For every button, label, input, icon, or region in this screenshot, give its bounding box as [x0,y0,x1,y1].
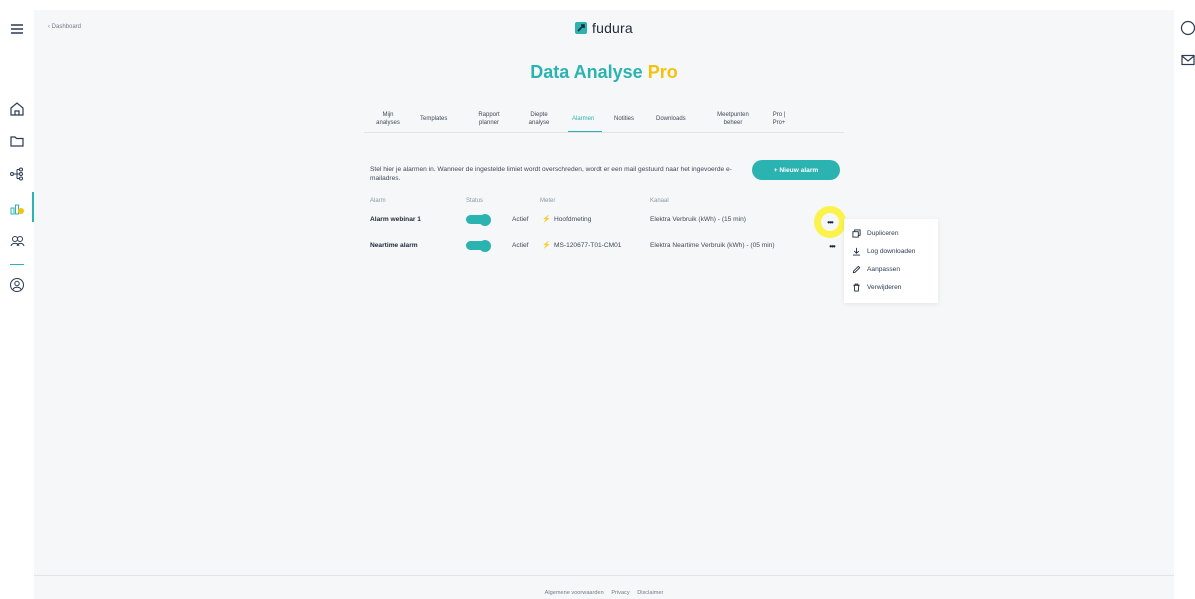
toggle-knob [479,213,491,226]
table-row: Neartime alarm Actief ⚡ MS-120677-T01-CM… [34,238,836,254]
pencil-icon [852,265,861,273]
main-content: ‹ Dashboard fudura Data Analyse Pro Mijn… [34,10,1174,599]
footer-divider [34,575,1174,576]
bolt-icon: ⚡ [542,242,551,249]
folder-icon[interactable] [8,132,26,150]
home-icon[interactable] [8,100,26,118]
kanaal-name: Elektra Neartime Verbruik (kWh) - (05 mi… [650,242,775,249]
brand: fudura [574,20,633,36]
kanaal-name: Elektra Verbruik (kWh) - (15 min) [650,216,746,223]
status-text: Actief [512,216,529,223]
tab-downloads[interactable]: Downloads [648,106,704,132]
users-icon[interactable] [8,232,26,250]
title-pro: Pro [647,62,678,82]
analytics-icon[interactable] [8,199,26,217]
alarm-name[interactable]: Alarm webinar 1 [370,212,421,228]
footer-disclaimer-link[interactable]: Disclaimer [637,590,663,596]
tab-meetpunten-beheer[interactable]: Meetpunten beheer [704,106,762,132]
table-row: Alarm webinar 1 Actief ⚡ Hoofdmeting Ele… [34,212,834,228]
tab-bar: Mijn analyses Templates Rapport planner … [364,106,796,132]
page-title: Data Analyse Pro [34,62,1174,83]
toggle-knob [479,239,491,252]
status-toggle[interactable] [466,239,491,252]
meter-name: MS-120677-T01-CM01 [554,242,622,249]
brand-name: fudura [592,20,633,36]
menu-item-label: Verwijderen [867,283,902,291]
more-options-button[interactable]: ••• [821,213,839,231]
click-highlight: ••• [814,206,846,238]
context-menu: Dupliceren Log downloaden Aanpassen Verw… [844,219,938,303]
tab-alarmen[interactable]: Alarmen [564,106,606,132]
menu-item-label: Log downloaden [867,247,916,255]
footer: Algemene voorwaarden Privacy Disclaimer [34,590,1174,596]
header-alarm: Alarm [370,198,386,204]
meter-name: Hoofdmeting [554,216,592,223]
menu-item-label: Aanpassen [867,265,900,273]
rail-divider [10,264,24,265]
duplicate-icon [852,228,861,238]
footer-terms-link[interactable]: Algemene voorwaarden [545,590,604,596]
header-status: Status [466,198,484,204]
trash-icon [853,283,860,292]
help-icon[interactable] [1180,20,1195,36]
footer-privacy-link[interactable]: Privacy [611,590,629,596]
alarm-name[interactable]: Neartime alarm [370,238,418,254]
new-alarm-button[interactable]: + Nieuw alarm [752,160,840,180]
intro-text: Stel hier je alarmen in. Wanneer de inge… [370,166,732,182]
breadcrumb[interactable]: ‹ Dashboard [48,24,81,30]
header-kanaal: Kanaal [650,198,669,204]
side-navigation [0,0,34,599]
bolt-icon: ⚡ [542,216,551,223]
menu-item-dupliceren[interactable]: Dupliceren [852,226,899,240]
menu-item-label: Dupliceren [867,229,899,237]
tab-pro[interactable]: Pro | Pro+ [762,106,796,132]
tab-templates[interactable]: Templates [412,106,464,132]
title-main: Data Analyse [530,62,643,82]
account-icon[interactable] [8,276,26,294]
network-icon[interactable] [8,165,26,183]
menu-item-aanpassen[interactable]: Aanpassen [852,262,900,276]
download-icon [852,247,861,256]
tab-mijn-analyses[interactable]: Mijn analyses [364,106,412,132]
tab-notities[interactable]: Notities [606,106,648,132]
right-toolbar [1175,0,1195,80]
status-text: Actief [512,242,529,249]
tab-rapport-planner[interactable]: Rapport planner [464,106,514,132]
tabs-divider [364,132,844,133]
fudura-logo-icon [575,22,587,34]
hamburger-menu-icon[interactable] [8,20,26,38]
menu-item-verwijderen[interactable]: Verwijderen [852,280,901,294]
status-toggle[interactable] [466,213,491,226]
tab-diepte-analyse[interactable]: Diepte analyse [514,106,564,132]
menu-item-log-downloaden[interactable]: Log downloaden [852,244,915,258]
mail-icon[interactable] [1180,52,1195,68]
more-options-button[interactable]: ••• [823,238,841,254]
header-meter: Meter [540,198,556,204]
